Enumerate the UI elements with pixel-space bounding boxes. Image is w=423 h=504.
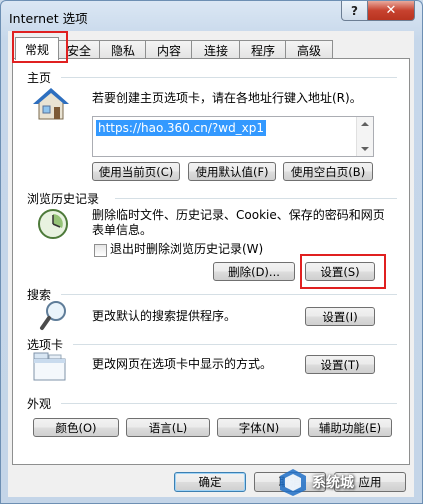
tab-privacy[interactable]: 隐私 [99, 40, 147, 59]
delete-on-exit-checkbox[interactable] [94, 244, 107, 257]
search-description: 更改默认的搜索提供程序。 [92, 309, 237, 323]
ok-button[interactable]: 确定 [174, 472, 246, 492]
search-divider [61, 294, 397, 295]
use-default-button[interactable]: 使用默认值(F) [188, 162, 276, 181]
house-icon [33, 87, 69, 124]
tab-security[interactable]: 安全 [57, 40, 101, 59]
home-url-scrollbar[interactable] [356, 117, 373, 156]
history-clock-icon [37, 208, 69, 243]
delete-history-button[interactable]: 删除(D)... [213, 262, 295, 281]
appearance-heading: 外观 [27, 397, 52, 411]
home-url-value: https://hao.360.cn/?wd_xp1 [96, 120, 267, 136]
help-button[interactable]: ? [341, 1, 368, 21]
delete-on-exit-label[interactable]: 退出时删除浏览历史记录(W) [110, 242, 263, 257]
languages-button[interactable]: 语言(L) [126, 418, 210, 437]
tab-programs[interactable]: 程序 [239, 40, 287, 59]
history-heading: 浏览历史记录 [27, 192, 100, 206]
internet-options-window: Internet 选项 ? ✕ 常规 安全 隐私 内容 连接 程序 高级 主页 [0, 0, 423, 504]
history-divider [115, 198, 397, 199]
tab-content[interactable]: 内容 [145, 40, 193, 59]
colors-button[interactable]: 颜色(O) [33, 418, 119, 437]
magnifier-icon [39, 299, 69, 334]
tabs-divider [73, 344, 397, 345]
fonts-button[interactable]: 字体(N) [217, 418, 301, 437]
tab-advanced[interactable]: 高级 [285, 40, 333, 59]
tabs-heading: 选项卡 [27, 338, 64, 352]
dialog-footer: 确定 取消 应用 [8, 463, 414, 497]
tab-connections[interactable]: 连接 [191, 40, 241, 59]
history-description-line1: 删除临时文件、历史记录、Cookie、保存的密码和网页 [92, 208, 385, 222]
general-tab-panel: 主页 若要创建主页选项卡，请在各地址行键入地址(R)。 https://hao.… [12, 58, 410, 465]
history-settings-button[interactable]: 设置(S) [305, 262, 375, 281]
home-divider [61, 77, 397, 78]
accessibility-button[interactable]: 辅助功能(E) [308, 418, 392, 437]
history-description-line2: 表单信息。 [92, 223, 153, 237]
search-settings-button[interactable]: 设置(I) [305, 307, 375, 326]
scroll-down-arrow-icon[interactable] [361, 147, 369, 151]
window-title: Internet 选项 [9, 11, 88, 26]
scroll-up-arrow-icon[interactable] [361, 122, 369, 126]
tabs-settings-button[interactable]: 设置(T) [305, 355, 375, 374]
home-description: 若要创建主页选项卡，请在各地址行键入地址(R)。 [92, 91, 362, 105]
tabs-description: 更改网页在选项卡中显示的方式。 [92, 357, 273, 371]
home-heading: 主页 [27, 71, 52, 85]
home-url-textarea[interactable]: https://hao.360.cn/?wd_xp1 [92, 116, 374, 157]
close-button[interactable]: ✕ [367, 1, 415, 21]
dialog-client-area: 常规 安全 隐私 内容 连接 程序 高级 主页 若要创建主页选项卡，请在各地址行… [8, 31, 414, 497]
use-current-button[interactable]: 使用当前页(C) [92, 162, 180, 181]
tab-general[interactable]: 常规 [15, 37, 59, 60]
cancel-button[interactable]: 取消 [254, 472, 326, 492]
tabs-window-icon [33, 352, 67, 385]
appearance-divider [61, 403, 397, 404]
title-bar[interactable]: Internet 选项 ? ✕ [1, 1, 422, 31]
apply-button[interactable]: 应用 [334, 472, 406, 492]
use-blank-button[interactable]: 使用空白页(B) [283, 162, 373, 181]
